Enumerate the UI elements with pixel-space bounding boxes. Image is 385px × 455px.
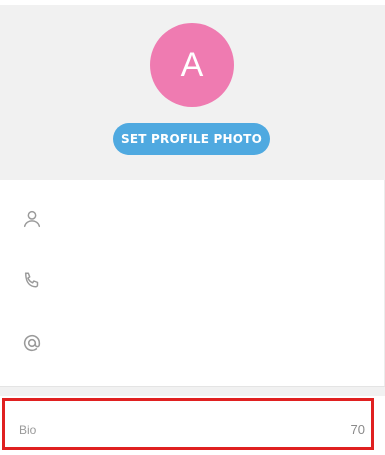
bio-field[interactable]: Bio 70 [2,398,374,450]
edit-profile-page: A SET PROFILE PHOTO Bio 70 [0,0,385,455]
profile-fields [0,180,385,388]
phone-field-row[interactable] [0,257,385,305]
section-divider [0,386,385,396]
avatar-letter: A [180,45,204,84]
bio-character-counter: 70 [350,422,365,437]
person-icon [21,208,43,230]
avatar[interactable]: A [150,23,234,107]
set-profile-photo-button[interactable]: SET PROFILE PHOTO [113,123,270,155]
profile-header: A SET PROFILE PHOTO [0,0,385,180]
bio-label: Bio [19,423,37,437]
phone-icon [21,270,43,292]
username-input[interactable] [60,327,364,359]
set-profile-photo-label: SET PROFILE PHOTO [121,132,262,146]
name-field-row[interactable] [0,195,385,243]
username-field-row[interactable] [0,319,385,367]
name-input[interactable] [60,203,364,235]
at-sign-icon [21,332,43,354]
phone-input[interactable] [60,265,364,297]
